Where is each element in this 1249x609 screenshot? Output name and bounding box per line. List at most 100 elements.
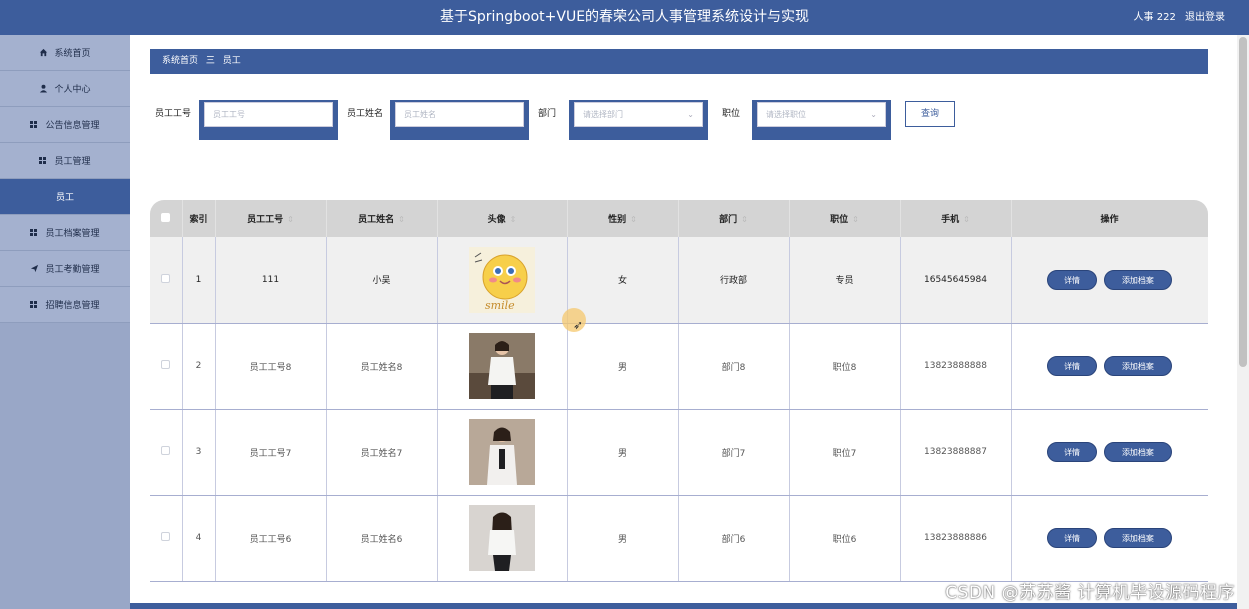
avatar-photo — [469, 333, 535, 399]
add-archive-button[interactable]: 添加档案 — [1103, 528, 1172, 548]
table-row[interactable]: 4 员工工号6 员工姓名6 男 部门6 职位6 13823888886 详情 添… — [150, 495, 1208, 582]
breadcrumb-home[interactable]: 系统首页 — [162, 56, 198, 66]
row-checkbox-cell[interactable] — [150, 237, 183, 324]
cell-gender: 女 — [567, 237, 679, 324]
cell-department: 行政部 — [678, 237, 790, 324]
sidebar-item-label: 员工 — [55, 193, 74, 203]
cell-employee-no: 员工工号6 — [215, 495, 327, 582]
sidebar-item-label: 个人中心 — [54, 85, 91, 95]
select-all-checkbox[interactable] — [161, 212, 171, 222]
detail-button[interactable]: 详情 — [1047, 269, 1098, 290]
sidebar-item-home[interactable]: 系统首页 — [0, 35, 130, 71]
add-archive-button[interactable]: 添加档案 — [1103, 269, 1172, 290]
svg-text:smile: smile — [485, 299, 515, 312]
scrollbar-thumb[interactable] — [1239, 37, 1247, 367]
grid-icon — [30, 229, 38, 236]
row-checkbox[interactable] — [161, 360, 171, 369]
cell-position: 职位6 — [789, 495, 901, 582]
sort-icon[interactable]: ⇕ — [398, 215, 405, 224]
cell-employee-no: 111 — [215, 237, 327, 324]
header-employee-no[interactable]: 员工工号 ⇕ — [215, 200, 327, 237]
add-archive-button[interactable]: 添加档案 — [1103, 356, 1172, 376]
sidebar-item-label: 员工管理 — [54, 157, 91, 167]
table-row[interactable]: 1 111 小吴 smile 女 行政部 专员 16545645984 详情 添… — [150, 237, 1208, 324]
cell-position: 专员 — [789, 237, 901, 324]
row-checkbox-cell[interactable] — [150, 323, 183, 410]
cell-actions: 详情 添加档案 — [1011, 323, 1208, 410]
header-gender[interactable]: 性别 ⇕ — [567, 200, 679, 237]
header-position[interactable]: 职位 ⇕ — [789, 200, 901, 237]
sidebar-item-attendance[interactable]: 员工考勤管理 — [0, 251, 130, 287]
sidebar-item-employee[interactable]: 员工 — [0, 179, 130, 215]
grid-icon — [30, 301, 38, 308]
sort-icon[interactable]: ⇕ — [963, 215, 970, 224]
table-row[interactable]: 3 员工工号7 员工姓名7 男 部门7 职位7 13823888887 详情 添… — [150, 409, 1208, 496]
header-department[interactable]: 部门 ⇕ — [678, 200, 790, 237]
cell-index: 2 — [182, 323, 216, 410]
cell-index: 4 — [182, 495, 216, 582]
cell-employee-name: 员工姓名7 — [326, 409, 438, 496]
cell-employee-name: 员工姓名6 — [326, 495, 438, 582]
sort-icon[interactable]: ⇕ — [852, 215, 859, 224]
home-icon — [39, 48, 48, 57]
row-checkbox[interactable] — [161, 446, 171, 455]
department-select[interactable]: 请选择部门 ⌄ — [569, 100, 708, 140]
cell-employee-name: 小吴 — [326, 237, 438, 324]
add-archive-button[interactable]: 添加档案 — [1103, 442, 1172, 462]
chevron-down-icon: ⌄ — [687, 110, 694, 119]
sidebar-item-recruitment[interactable]: 招聘信息管理 — [0, 287, 130, 323]
sort-icon[interactable]: ⇕ — [630, 215, 637, 224]
department-label: 部门 — [538, 109, 557, 119]
department-select-box[interactable]: 请选择部门 ⌄ — [574, 102, 703, 127]
cell-position: 职位7 — [789, 409, 901, 496]
header-select-all[interactable] — [150, 200, 183, 237]
position-select[interactable]: 请选择职位 ⌄ — [752, 100, 891, 140]
sidebar-item-employee-management[interactable]: 员工管理 — [0, 143, 130, 179]
position-select-box[interactable]: 请选择职位 ⌄ — [757, 102, 886, 127]
breadcrumb: 系统首页 三 员工 — [150, 49, 1208, 74]
cell-avatar: smile — [437, 237, 568, 324]
sort-icon[interactable]: ⇕ — [741, 215, 748, 224]
employee-no-field[interactable]: 员工工号 — [199, 100, 338, 140]
cell-avatar — [437, 495, 568, 582]
page-scrollbar[interactable] — [1237, 35, 1249, 609]
cell-department: 部门7 — [678, 409, 790, 496]
row-checkbox-cell[interactable] — [150, 409, 183, 496]
logout-link[interactable]: 退出登录 — [1185, 12, 1225, 23]
grid-icon — [39, 157, 47, 164]
table-row[interactable]: 2 员工工号8 员工姓名8 男 部门8 职位8 13823888888 详情 添… — [150, 323, 1208, 410]
cell-phone: 16545645984 — [900, 237, 1012, 324]
avatar-smile-sticker: smile — [469, 246, 535, 313]
app-title: 基于Springboot+VUE的春荣公司人事管理系统设计与实现 — [439, 9, 810, 25]
cell-employee-no: 员工工号8 — [215, 323, 327, 410]
avatar-photo — [469, 419, 535, 485]
employee-name-field[interactable]: 员工姓名 — [390, 100, 529, 140]
header-employee-name[interactable]: 员工姓名 ⇕ — [326, 200, 438, 237]
avatar-photo — [469, 505, 535, 571]
row-checkbox-cell[interactable] — [150, 495, 183, 582]
employee-name-input[interactable]: 员工姓名 — [395, 102, 524, 127]
cell-gender: 男 — [567, 495, 679, 582]
cell-department: 部门8 — [678, 323, 790, 410]
row-checkbox[interactable] — [161, 532, 171, 541]
cell-department: 部门6 — [678, 495, 790, 582]
detail-button[interactable]: 详情 — [1047, 528, 1098, 548]
cell-actions: 详情 添加档案 — [1011, 237, 1208, 324]
sidebar-item-employee-archive[interactable]: 员工档案管理 — [0, 215, 130, 251]
header-avatar[interactable]: 头像 ⇕ — [437, 200, 568, 237]
breadcrumb-current: 员工 — [222, 56, 241, 66]
query-button[interactable]: 查询 — [905, 101, 955, 127]
sort-icon[interactable]: ⇕ — [287, 215, 294, 224]
header-phone[interactable]: 手机 ⇕ — [900, 200, 1012, 237]
sidebar-item-personal-center[interactable]: 个人中心 — [0, 71, 130, 107]
sidebar-item-notice-management[interactable]: 公告信息管理 — [0, 107, 130, 143]
sort-icon[interactable]: ⇕ — [510, 215, 517, 224]
detail-button[interactable]: 详情 — [1047, 356, 1098, 376]
cell-gender: 男 — [567, 323, 679, 410]
sidebar: 系统首页 个人中心 公告信息管理 员工管理 员工 员工档案管理 员工考勤管理 招… — [0, 35, 130, 609]
row-checkbox[interactable] — [161, 273, 171, 283]
detail-button[interactable]: 详情 — [1047, 442, 1098, 462]
user-name: 人事 222 — [1133, 12, 1176, 23]
table-header-row: 索引 员工工号 ⇕ 员工姓名 ⇕ 头像 ⇕ 性别 ⇕ 部门 ⇕ 职位 ⇕ 手机 ⇕ 操作 — [150, 200, 1208, 237]
employee-no-input[interactable]: 员工工号 — [204, 102, 333, 127]
